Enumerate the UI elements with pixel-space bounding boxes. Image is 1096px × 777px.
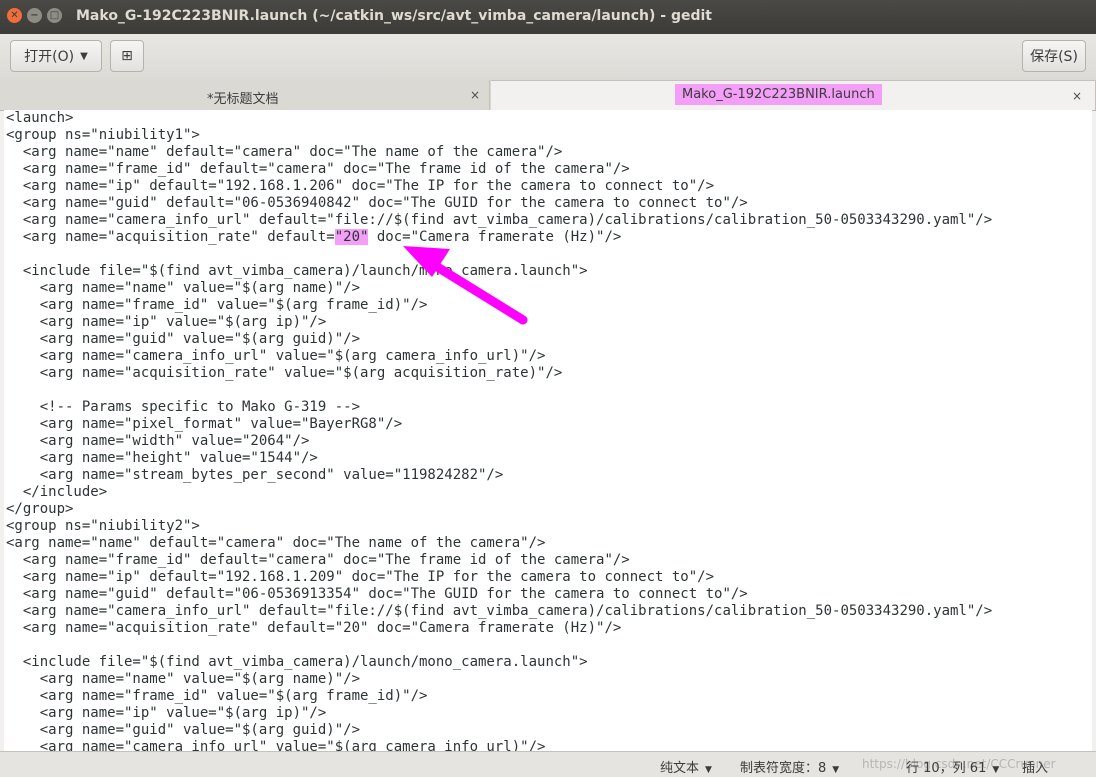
close-icon[interactable]: × [1072,89,1082,103]
new-document-button[interactable]: ⊞ [110,40,144,72]
save-button[interactable]: 保存(S) [1022,40,1086,72]
insert-mode-label: 插入 [1022,761,1049,776]
maximize-window-button[interactable]: □ [47,8,62,23]
gedit-window: ✕ − □ Mako_G-192C223BNIR.launch (~/catki… [0,0,1096,777]
chevron-down-icon: ▼ [992,765,1000,775]
minimize-icon: − [30,10,39,21]
minimize-window-button[interactable]: − [27,8,42,23]
cursor-position-label: 行 10，列 61 [906,761,987,776]
cursor-position-selector[interactable]: 行 10，列 61 ▼ [906,757,999,776]
language-selector[interactable]: 纯文本 ▼ [660,757,712,776]
tab-width-label: 制表符宽度：8 [740,761,827,776]
chevron-down-icon: ▼ [80,50,88,62]
status-bar: https://blog.csdn.net/CCCrunner 纯文本 ▼ 制表符… [0,751,1096,777]
tab-untitled-document[interactable]: *无标题文档 × [0,80,490,110]
header-toolbar: 打开(O) ▼ ⊞ 保存(S) [0,34,1096,81]
text-editor[interactable]: <launch> <group ns="niubility1"> <arg nam… [4,110,1092,751]
tab-width-selector[interactable]: 制表符宽度：8 ▼ [740,757,839,776]
tab-launch-file[interactable]: Mako_G-192C223BNIR.launch × [491,80,1096,110]
chevron-down-icon: ▼ [705,765,712,775]
close-window-button[interactable]: ✕ [7,8,22,23]
tab-bar: *无标题文档 × Mako_G-192C223BNIR.launch × [0,80,1096,111]
tab-label: Mako_G-192C223BNIR.launch [675,84,882,105]
window-controls: ✕ − □ [7,8,62,23]
open-button-label: 打开(O) [24,49,75,65]
close-icon[interactable]: × [470,88,480,102]
open-button[interactable]: 打开(O) ▼ [10,40,102,72]
chevron-down-icon: ▼ [832,765,840,775]
annotation-arrow-icon [403,246,528,325]
close-icon: ✕ [10,10,19,21]
maximize-icon: □ [49,10,60,21]
language-label: 纯文本 [660,761,700,776]
insert-mode-indicator[interactable]: 插入 [1022,757,1048,776]
save-button-label: 保存(S) [1030,49,1078,65]
window-title: Mako_G-192C223BNIR.launch (~/catkin_ws/s… [76,8,712,24]
title-bar[interactable]: ✕ − □ Mako_G-192C223BNIR.launch (~/catki… [0,0,1096,34]
tab-label: *无标题文档 [207,92,279,107]
new-document-icon: ⊞ [121,48,133,64]
